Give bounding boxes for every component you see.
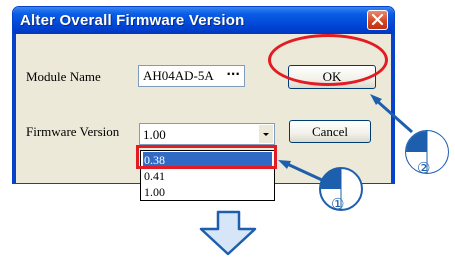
step-2-number: ② [417, 159, 431, 177]
annotation-overlay [199, 94, 449, 256]
down-arrow [199, 210, 257, 256]
step-1-number: ① [331, 195, 345, 213]
callout-arrow-2 [370, 94, 413, 134]
callout-arrow-1 [278, 160, 323, 182]
